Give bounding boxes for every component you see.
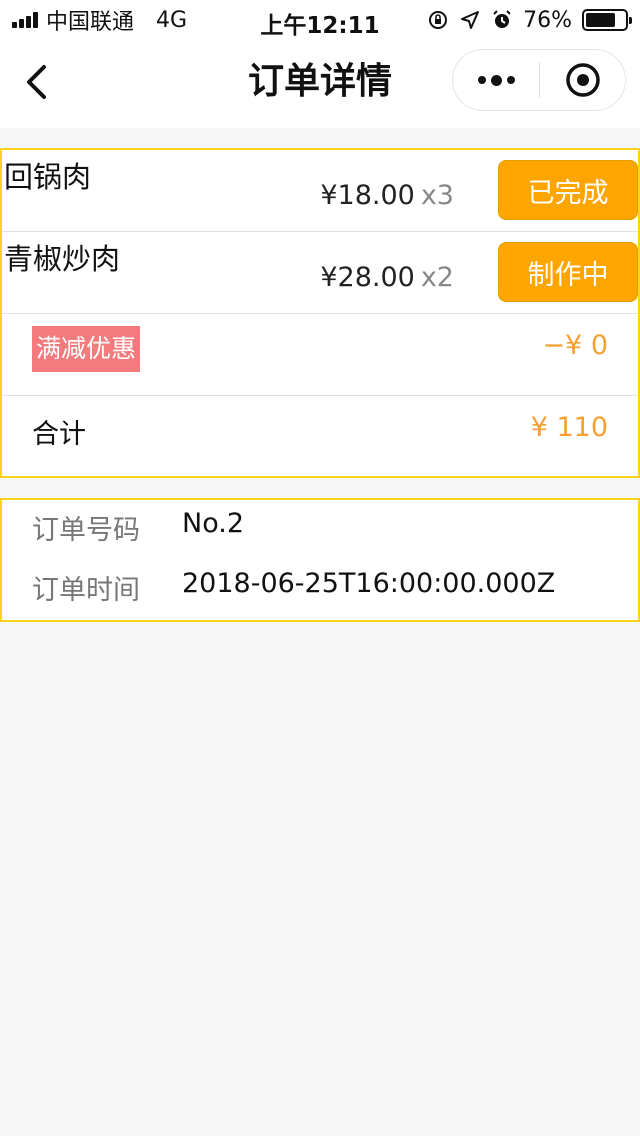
order-time-row: 订单时间 2018-06-25T16:00:00.000Z bbox=[32, 568, 555, 607]
battery-fill bbox=[586, 13, 615, 27]
item-status-button[interactable]: 制作中 bbox=[498, 242, 638, 302]
more-dot-icon bbox=[477, 76, 486, 84]
order-item-row: 青椒炒肉 ¥28.00 x2 制作中 bbox=[2, 232, 638, 314]
order-number-label: 订单号码 bbox=[32, 515, 140, 546]
order-number-value: No.2 bbox=[182, 508, 245, 539]
total-amount: ¥ 110 bbox=[530, 412, 608, 443]
more-button[interactable] bbox=[453, 50, 539, 110]
mini-program-capsule bbox=[452, 49, 626, 111]
rotation-lock-icon bbox=[427, 9, 449, 31]
discount-row: 满减优惠 −¥ 0 bbox=[2, 314, 638, 396]
order-item-row: 回锅肉 ¥18.00 x3 已完成 bbox=[2, 150, 638, 232]
order-number-row: 订单号码 No.2 bbox=[32, 508, 244, 547]
item-unit-price: ¥18.00 bbox=[320, 180, 415, 211]
more-dot-icon bbox=[490, 74, 502, 86]
target-circle-icon bbox=[565, 63, 600, 97]
item-price: ¥28.00 x2 bbox=[320, 262, 454, 293]
item-price: ¥18.00 x3 bbox=[320, 180, 454, 211]
discount-badge: 满减优惠 bbox=[32, 326, 141, 372]
location-arrow-icon bbox=[459, 9, 481, 31]
item-unit-price: ¥28.00 bbox=[320, 262, 415, 293]
battery-icon bbox=[582, 9, 632, 31]
item-quantity: x2 bbox=[420, 262, 454, 293]
total-label: 合计 bbox=[32, 419, 86, 450]
status-bar: 中国联通 4G 上午12:11 76% bbox=[0, 0, 640, 40]
item-name: 回锅肉 bbox=[4, 160, 92, 194]
total-row: 合计 ¥ 110 bbox=[2, 396, 638, 476]
item-name: 青椒炒肉 bbox=[4, 242, 121, 276]
order-time-label: 订单时间 bbox=[32, 575, 140, 606]
close-mini-program-button[interactable] bbox=[540, 50, 625, 110]
order-time-value: 2018-06-25T16:00:00.000Z bbox=[182, 568, 556, 599]
item-quantity: x3 bbox=[420, 180, 454, 211]
nav-bar: 订单详情 bbox=[0, 40, 640, 128]
status-right: 76% bbox=[427, 6, 632, 34]
order-info-card: 订单号码 No.2 订单时间 2018-06-25T16:00:00.000Z bbox=[0, 498, 640, 622]
item-status-button[interactable]: 已完成 bbox=[498, 160, 638, 220]
alarm-icon bbox=[491, 9, 513, 31]
discount-amount: −¥ 0 bbox=[542, 330, 608, 361]
more-dot-icon bbox=[506, 76, 515, 84]
battery-percent: 76% bbox=[523, 7, 572, 33]
order-items-card: 回锅肉 ¥18.00 x3 已完成 青椒炒肉 ¥28.00 x2 制作中 满减优惠 … bbox=[0, 148, 640, 478]
